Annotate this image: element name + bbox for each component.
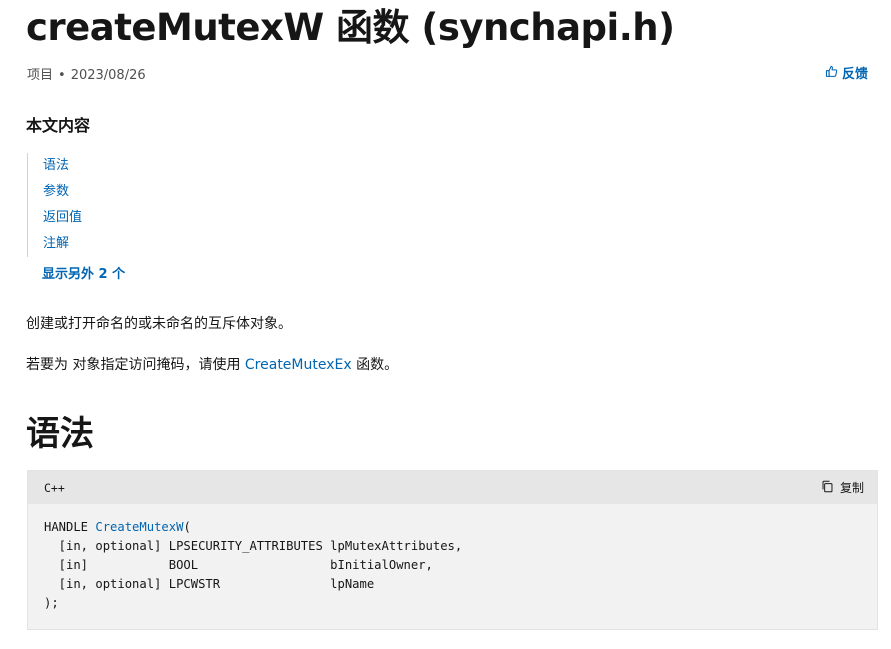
meta-separator: • [58,68,66,83]
copy-label: 复制 [839,481,864,495]
syntax-heading: 语法 [26,414,94,454]
code-line-2: [in, optional] LPSECURITY_ATTRIBUTES lpM… [44,539,463,553]
toc-heading: 本文内容 [26,116,91,135]
toc-show-more-link[interactable]: 显示另外 2 个 [42,264,125,286]
copy-icon [821,480,834,496]
article-type: 项目 [27,68,54,83]
code-line-1: HANDLE CreateMutexW( [44,520,191,534]
page-title: createMutexW 函数 (synchapi.h) [26,6,675,49]
note-prefix: 若要为 对象指定访问掩码，请使用 [26,357,245,373]
thumbs-up-icon [825,65,838,85]
createmutexex-link[interactable]: CreateMutexEx [245,357,352,373]
code-function-name: CreateMutexW [95,520,184,534]
toc-item-return-value[interactable]: 返回值 [43,205,243,231]
feedback-label: 反馈 [841,67,868,82]
toc-item-syntax[interactable]: 语法 [43,153,243,179]
toc-item-remarks[interactable]: 注解 [43,231,243,257]
code-line-4: [in, optional] LPCWSTR lpName [44,577,375,591]
function-description: 创建或打开命名的或未命名的互斥体对象。 [26,316,292,332]
access-mask-note: 若要为 对象指定访问掩码，请使用 CreateMutexEx 函数。 [26,354,398,376]
code-line-5: ); [44,596,59,610]
code-language-label: C++ [44,480,65,495]
toc-item-parameters[interactable]: 参数 [43,179,243,205]
code-return-type: HANDLE [44,520,96,534]
code-content: HANDLE CreateMutexW( [in, optional] LPSE… [28,504,877,613]
code-block: C++ 复制 HANDLE CreateMutexW( [in, optiona… [27,470,878,630]
article-meta: 项目 • 2023/08/26 [27,66,146,86]
code-open-paren: ( [183,520,191,534]
code-header: C++ 复制 [28,471,877,504]
copy-button[interactable]: 复制 [821,479,864,496]
code-line-3: [in] BOOL bInitialOwner, [44,558,433,572]
note-suffix: 函数。 [351,357,399,373]
page: createMutexW 函数 (synchapi.h) 项目 • 2023/08/… [0,0,891,649]
feedback-button[interactable]: 反馈 [825,65,868,85]
table-of-contents: 语法 参数 返回值 注解 [27,153,243,257]
article-date: 2023/08/26 [70,68,146,83]
